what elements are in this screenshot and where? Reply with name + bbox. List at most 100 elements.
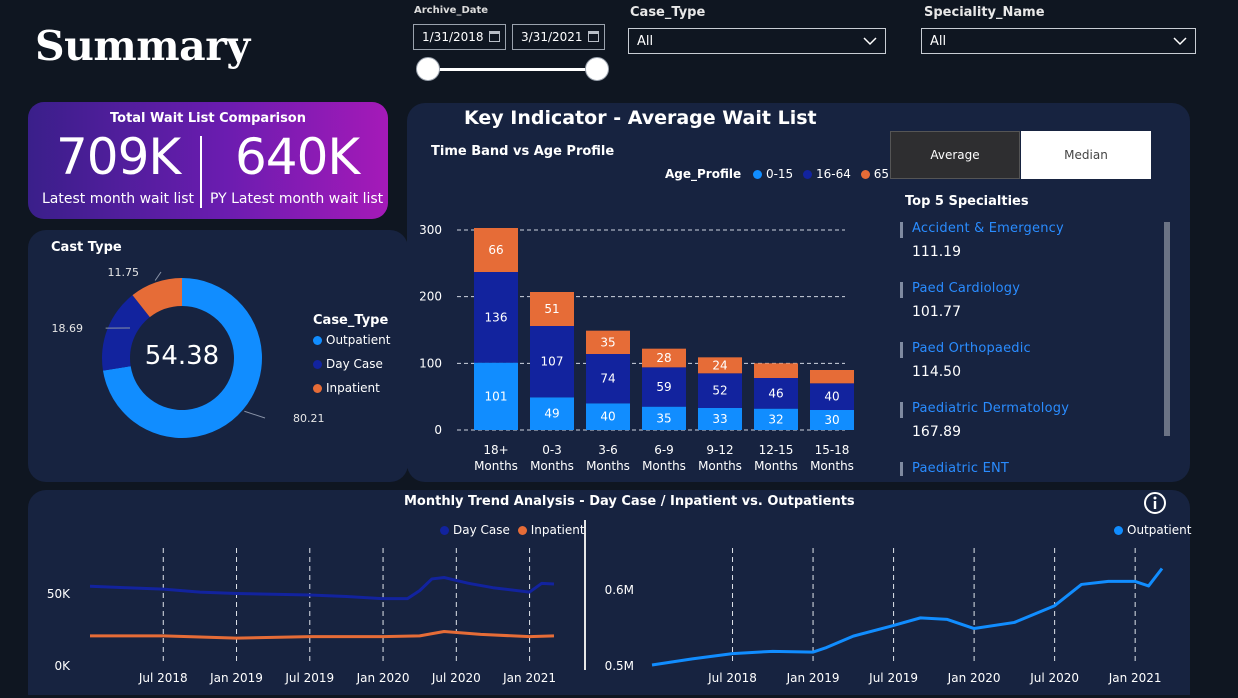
donut-legend-title: Case_Type: [313, 313, 389, 328]
case-type-dropdown[interactable]: All: [628, 28, 886, 54]
x-tick-label: 9-12: [706, 443, 733, 457]
x-tick-label: Jul 2020: [1029, 671, 1079, 685]
legend-dot: [1114, 526, 1123, 535]
bar-data-label: 46: [768, 386, 783, 400]
trend-divider: [584, 520, 586, 670]
average-toggle-button[interactable]: Average: [890, 131, 1020, 179]
specialty-name[interactable]: Paediatric ENT: [912, 461, 1009, 476]
x-tick-label: Jan 2019: [209, 671, 263, 685]
legend-age-16-64[interactable]: 16-64: [803, 167, 851, 181]
x-tick-label: Months: [586, 459, 630, 473]
legend-day-case[interactable]: Day Case: [313, 357, 383, 371]
donut-data-label: 18.69: [52, 322, 84, 335]
specialty-name[interactable]: Accident & Emergency: [912, 221, 1064, 236]
date-start-input[interactable]: 1/31/2018: [413, 24, 506, 50]
y-tick-label: 300: [419, 223, 442, 237]
date-slider-start-handle[interactable]: [416, 57, 440, 81]
specialty-value: 167.89: [912, 424, 961, 440]
trend-line-inpatient[interactable]: [90, 630, 555, 640]
bar-data-label: 136: [485, 310, 508, 324]
specialty-value: 101.77: [912, 304, 961, 320]
donut-leader-line: [244, 410, 266, 419]
bar-data-label: 24: [712, 358, 727, 372]
kpi-py-label: PY Latest month wait list: [210, 191, 384, 207]
bar-data-label: 51: [544, 302, 559, 316]
bar-data-label: 40: [600, 410, 615, 424]
x-tick-label: Jul 2019: [284, 671, 334, 685]
specialty-name[interactable]: Paed Cardiology: [912, 281, 1020, 296]
bar-data-label: 107: [541, 355, 564, 369]
trend-legend-right: Outpatient: [1114, 523, 1191, 537]
speciality-value: All: [930, 34, 947, 49]
kpi-divider: [200, 136, 202, 208]
trend-line-outpatient[interactable]: [651, 567, 1164, 667]
x-tick-label: Months: [698, 459, 742, 473]
bar-segment-65+[interactable]: [754, 363, 798, 378]
legend-dot: [313, 384, 322, 393]
bar-data-label: 40: [824, 390, 839, 404]
bar-data-label: 33: [712, 412, 727, 426]
trend-title: Monthly Trend Analysis - Day Case / Inpa…: [404, 494, 855, 509]
speciality-label: Speciality_Name: [924, 5, 1045, 20]
legend-day-case[interactable]: Day Case: [440, 523, 510, 537]
bar-data-label: 59: [656, 380, 671, 394]
x-tick-label: Jul 2019: [868, 671, 918, 685]
legend-dot: [752, 170, 762, 179]
y-tick-label: 0.6M: [605, 583, 634, 597]
donut-center-value: 54.38: [145, 341, 219, 371]
legend-dot: [440, 526, 449, 535]
specialty-name[interactable]: Paediatric Dermatology: [912, 401, 1069, 416]
donut-chart: 54.38 80.21 18.69 11.75: [52, 266, 325, 438]
legend-outpatient[interactable]: Outpatient: [313, 333, 390, 347]
top5-title: Top 5 Specialties: [905, 194, 1029, 209]
legend-age-0-15[interactable]: 0-15: [752, 167, 793, 181]
spec-bar: [900, 402, 903, 418]
donut-data-label: 11.75: [108, 266, 140, 279]
info-icon[interactable]: [1143, 491, 1167, 515]
stacked-bar-chart: 0 100 200 300 101 136 66 18+ Months 49 107 51 0-3 Mo…: [419, 223, 854, 473]
specialty-value: 111.19: [912, 244, 961, 260]
bar-data-label: 101: [485, 389, 508, 403]
calendar-icon[interactable]: [489, 31, 500, 42]
kpi-py-value: 640K: [235, 128, 360, 186]
y-tick-label: 0: [434, 423, 442, 437]
top5-scrollbar[interactable]: [1164, 222, 1170, 436]
legend-inpatient[interactable]: Inpatient: [313, 381, 380, 395]
legend-inpatient[interactable]: Inpatient: [517, 523, 585, 537]
date-end-input[interactable]: 3/31/2021: [512, 24, 605, 50]
kpi-title: Total Wait List Comparison: [110, 111, 306, 126]
page-title: Summary: [35, 22, 250, 70]
top5-list[interactable]: Accident & Emergency 111.19 Paed Cardiol…: [898, 218, 1178, 476]
x-tick-label: 15-18: [815, 443, 850, 457]
x-tick-label: Months: [474, 459, 518, 473]
bar-data-label: 66: [488, 243, 503, 257]
x-tick-label: Jan 2020: [356, 671, 410, 685]
x-tick-label: Months: [530, 459, 574, 473]
y-tick-label: 0K: [54, 659, 71, 673]
trend-chart-right: Jul 2018 Jan 2019 Jul 2019 Jan 2020 Jul 2020…: [605, 548, 1164, 685]
calendar-icon[interactable]: [588, 31, 599, 42]
bar-data-label: 30: [824, 413, 839, 427]
legend-outpatient[interactable]: Outpatient: [1114, 523, 1191, 537]
y-tick-label: 200: [419, 290, 442, 304]
trend-legend-left: Day Case Inpatient: [440, 523, 585, 537]
x-tick-label: Jan 2021: [1108, 671, 1162, 685]
spec-bar: [900, 222, 903, 238]
bar-data-label: 74: [600, 372, 615, 386]
speciality-dropdown[interactable]: All: [921, 28, 1196, 54]
spec-bar: [900, 282, 903, 298]
bar-chart-title: Time Band vs Age Profile: [431, 144, 615, 159]
x-tick-label: Months: [642, 459, 686, 473]
date-slider-end-handle[interactable]: [585, 57, 609, 81]
age-legend-title: Age_Profile: [665, 167, 742, 181]
date-range-slider-track[interactable]: [428, 68, 598, 71]
date-end-value: 3/31/2021: [521, 30, 583, 44]
age-legend: Age_Profile 0-15 16-64 65+: [665, 167, 899, 181]
trend-line-day-case[interactable]: [89, 575, 555, 601]
specialty-name[interactable]: Paed Orthopaedic: [912, 341, 1031, 356]
legend-dot: [803, 170, 813, 179]
x-tick-label: Jan 2021: [502, 671, 556, 685]
x-tick-label: 18+: [483, 443, 508, 457]
bar-segment-65+[interactable]: [810, 370, 854, 384]
median-toggle-button[interactable]: Median: [1021, 131, 1151, 179]
